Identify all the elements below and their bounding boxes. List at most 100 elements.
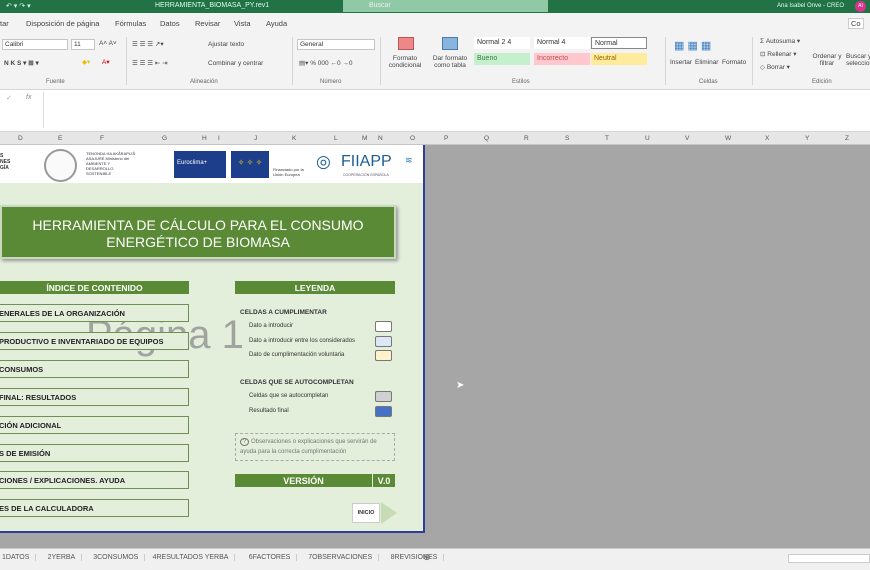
index-link[interactable]: FINAL: RESULTADOS — [0, 387, 189, 406]
index-link[interactable]: CIÓN ADICIONAL — [0, 415, 189, 434]
share-button[interactable]: Co — [848, 18, 864, 29]
delete-button[interactable]: Eliminar — [695, 59, 718, 66]
column-header-U[interactable]: U — [645, 135, 650, 142]
align-left-icon[interactable]: ☰ ☰ ☰ ⇤ ⇥ — [132, 59, 168, 67]
cell-style-3[interactable]: Bueno — [474, 53, 530, 65]
legend-swatch — [375, 335, 392, 347]
column-header-F[interactable]: F — [100, 135, 104, 142]
index-link[interactable]: ENERALES DE LA ORGANIZACIÓN — [0, 304, 189, 322]
column-header-T[interactable]: T — [605, 135, 609, 142]
sort-filter-button[interactable]: Ordenar y filtrar — [812, 53, 842, 67]
confirm-icon[interactable]: ✓ — [6, 94, 12, 102]
column-header-O[interactable]: O — [410, 135, 415, 142]
column-header-R[interactable]: R — [524, 135, 529, 142]
clear-button[interactable]: ◇ Borrar ▾ — [760, 63, 790, 71]
avatar[interactable]: AI — [855, 1, 866, 12]
format-button[interactable]: Formato — [722, 59, 746, 66]
column-header-W[interactable]: W — [725, 135, 731, 142]
find-select-button[interactable]: Buscar y seleccionar — [846, 53, 870, 67]
formula-input[interactable] — [43, 92, 870, 128]
index-link[interactable]: PRODUCTIVO E INVENTARIADO DE EQUIPOS — [0, 331, 189, 350]
column-header-V[interactable]: V — [685, 135, 689, 142]
column-header-J[interactable]: J — [254, 135, 257, 142]
search-box[interactable]: Buscar — [343, 0, 548, 12]
cell-style-2[interactable]: Normal — [591, 37, 647, 49]
undo-icon[interactable]: ↶ ▾ ↷ ▾ — [6, 2, 31, 10]
sheet-tab[interactable]: 2YERBA — [48, 554, 83, 561]
window-title: HERRAMIENTA_BIOMASA_PY.rev1 — [155, 2, 270, 9]
help-icon: ? — [240, 438, 250, 446]
column-header-D[interactable]: D — [18, 135, 23, 142]
conditional-format-button[interactable]: Formato condicional — [386, 55, 424, 69]
arrow-right-icon[interactable] — [381, 502, 397, 524]
wrap-text-button[interactable]: Ajustar texto — [208, 41, 244, 48]
tab-insert[interactable]: tar — [0, 19, 9, 28]
horizontal-scrollbar[interactable] — [788, 554, 870, 563]
legend-label: Resultado final — [249, 407, 289, 414]
sheet-tab[interactable]: 7OBSERVACIONES — [308, 554, 380, 561]
ribbon: Calibri 11 A˄ A˅ N K S ▾ ⊞ ▾ ◆▾ A▾ Fuent… — [0, 33, 870, 90]
column-header-H[interactable]: H — [202, 135, 207, 142]
tab-formulas[interactable]: Fórmulas — [115, 19, 146, 28]
formula-bar: ✓ fx — [0, 90, 870, 132]
eu-flag-logo: ✧ ✧ ✧ — [231, 151, 269, 178]
merge-center-button[interactable]: Combinar y centrar — [208, 60, 263, 67]
font-size-select[interactable]: 11 — [71, 39, 95, 50]
main-title: HERRAMIENTA DE CÁLCULO PARA EL CONSUMO E… — [0, 205, 396, 259]
column-header-K[interactable]: K — [292, 135, 296, 142]
font-grow-icon[interactable]: A˄ A˅ — [99, 40, 117, 47]
column-header-S[interactable]: S — [565, 135, 569, 142]
autosum-button[interactable]: Σ Autosuma ▾ — [760, 37, 800, 45]
legend-fill-title: CELDAS A CUMPLIMENTAR — [240, 309, 327, 316]
column-header-M[interactable]: M — [362, 135, 367, 142]
column-header-Q[interactable]: Q — [484, 135, 489, 142]
sheet-tab[interactable]: 4RESULTADOS YERBA — [153, 554, 236, 561]
column-header-P[interactable]: P — [444, 135, 448, 142]
sheet-tab[interactable]: 1DATOS — [2, 554, 37, 561]
tab-view[interactable]: Vista — [234, 19, 251, 28]
column-header-Z[interactable]: Z — [845, 135, 849, 142]
legend-label: Dato a introducir entre los considerados — [249, 337, 356, 344]
start-button[interactable]: INICIO — [352, 503, 380, 523]
align-top-icon[interactable]: ☰ ☰ ☰ ↗▾ — [132, 40, 164, 48]
column-header-I[interactable]: I — [218, 135, 220, 142]
currency-icon[interactable]: ▤▾ % 000 ←0 →0 — [299, 59, 352, 67]
tab-page-layout[interactable]: Disposición de página — [26, 19, 99, 28]
fx-icon[interactable]: fx — [26, 94, 31, 101]
column-header-L[interactable]: L — [334, 135, 338, 142]
column-header-X[interactable]: X — [765, 135, 769, 142]
column-header-Y[interactable]: Y — [805, 135, 809, 142]
index-link[interactable]: S DE EMISIÓN — [0, 443, 189, 462]
insert-button[interactable]: Insertar — [670, 59, 692, 66]
tab-review[interactable]: Revisar — [195, 19, 220, 28]
cell-style-5[interactable]: Neutral — [591, 53, 647, 65]
sheet-tab[interactable]: 6FACTORES — [249, 554, 298, 561]
sheet-tab[interactable]: 8REVISIONES — [391, 554, 445, 561]
tab-help[interactable]: Ayuda — [266, 19, 287, 28]
fill-button[interactable]: ⊡ Rellenar ▾ — [760, 50, 797, 58]
legend-header: LEYENDA — [235, 281, 395, 294]
fill-color-icon[interactable]: ◆▾ — [82, 58, 90, 66]
creo-logo: ≋ — [405, 155, 413, 165]
column-header-G[interactable]: G — [162, 135, 167, 142]
cell-style-4[interactable]: Incorrecto — [534, 53, 590, 65]
table-format-button[interactable]: Dar formato como tabla — [428, 55, 472, 69]
cell-style-1[interactable]: Normal 4 — [534, 37, 590, 49]
index-link[interactable]: ES DE LA CALCULADORA — [0, 499, 189, 518]
column-header-E[interactable]: E — [58, 135, 62, 142]
font-color-icon[interactable]: A▾ — [102, 58, 110, 66]
index-link[interactable]: CONSUMOS — [0, 359, 189, 378]
font-name-select[interactable]: Calibri — [2, 39, 68, 50]
index-header: ÍNDICE DE CONTENIDO — [0, 281, 189, 294]
column-header-N[interactable]: N — [378, 135, 383, 142]
index-link[interactable]: CIONES / EXPLICACIONES. AYUDA — [0, 471, 189, 490]
legend-label: Dato a introducir — [249, 323, 294, 329]
number-format-select[interactable]: General — [297, 39, 375, 50]
bold-icon[interactable]: N K S ▾ ⊞ ▾ — [4, 59, 39, 67]
user-name: Ana Isabel Onve - CREO — [777, 3, 845, 9]
fiiapp-text: FIIAPP — [341, 153, 392, 170]
tab-data[interactable]: Datos — [160, 19, 180, 28]
sheet-tab[interactable]: 3CONSUMOS — [93, 554, 146, 561]
column-headers: D E F G H I J K L M N O P Q R S T U V W X Y Z — [0, 132, 870, 145]
cell-style-0[interactable]: Normal 2 4 — [474, 37, 530, 49]
